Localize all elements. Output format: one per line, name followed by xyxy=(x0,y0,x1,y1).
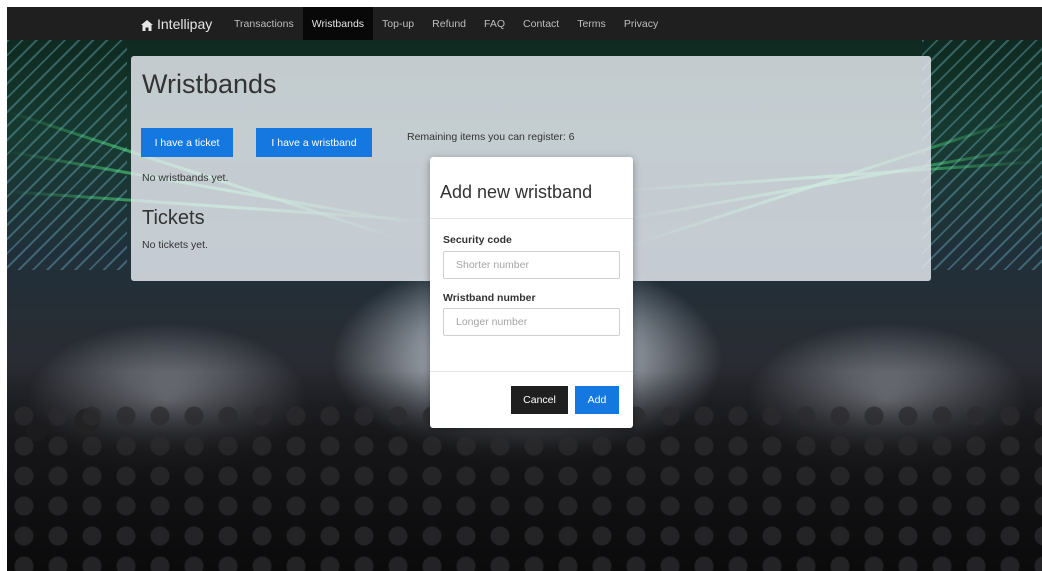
page-title: Wristbands xyxy=(142,69,277,99)
brand-link[interactable]: Intellipay xyxy=(141,7,212,40)
nav-menu: Transactions Wristbands Top-up Refund FA… xyxy=(225,7,667,40)
nav-item-wristbands[interactable]: Wristbands xyxy=(302,7,374,40)
have-wristband-button[interactable]: I have a wristband xyxy=(256,128,372,157)
nav-item-faq[interactable]: FAQ xyxy=(475,7,514,40)
nav-item-terms[interactable]: Terms xyxy=(568,7,615,40)
cancel-button[interactable]: Cancel xyxy=(511,386,568,414)
brand-name: Intellipay xyxy=(157,15,213,32)
have-ticket-button[interactable]: I have a ticket xyxy=(141,128,233,157)
nav-item-transactions[interactable]: Transactions xyxy=(225,7,303,40)
add-wristband-modal: Add new wristband Security code Wristban… xyxy=(430,157,633,428)
modal-footer: Cancel Add xyxy=(430,371,633,429)
remaining-items-text: Remaining items you can register: 6 xyxy=(407,131,575,143)
security-code-label: Security code xyxy=(443,234,512,246)
wristband-number-label: Wristband number xyxy=(443,292,536,304)
page: Intellipay Transactions Wristbands Top-u… xyxy=(0,0,1042,571)
nav-item-contact[interactable]: Contact xyxy=(514,7,568,40)
no-tickets-text: No tickets yet. xyxy=(142,239,208,251)
add-button[interactable]: Add xyxy=(575,386,619,414)
no-wristbands-text: No wristbands yet. xyxy=(142,172,229,184)
nav-item-privacy[interactable]: Privacy xyxy=(615,7,667,40)
modal-title: Add new wristband xyxy=(440,182,593,202)
wristband-number-input[interactable] xyxy=(443,308,620,336)
tickets-heading: Tickets xyxy=(142,207,205,229)
nav-item-refund[interactable]: Refund xyxy=(423,7,475,40)
home-icon xyxy=(141,18,153,31)
security-code-input[interactable] xyxy=(443,251,620,279)
navbar: Intellipay Transactions Wristbands Top-u… xyxy=(7,7,1042,40)
nav-item-top-up[interactable]: Top-up xyxy=(373,7,423,40)
modal-header: Add new wristband xyxy=(430,157,633,219)
